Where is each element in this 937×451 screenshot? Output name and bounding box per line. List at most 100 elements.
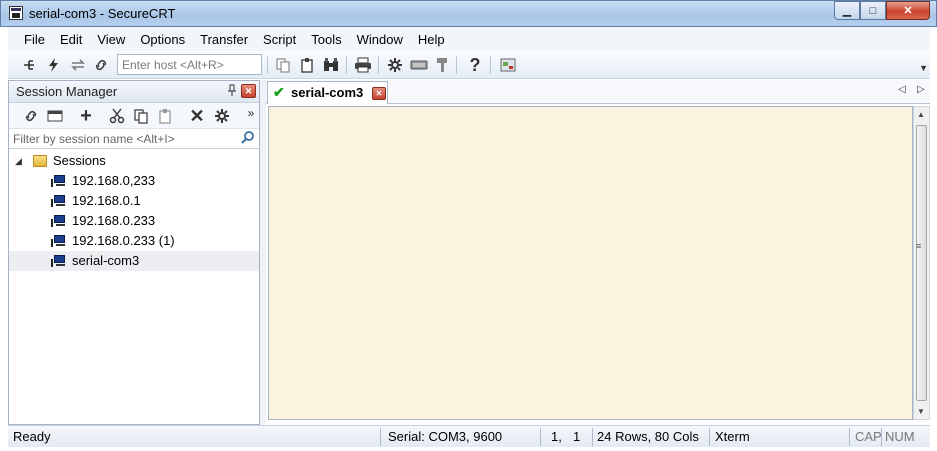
tab-scroll-left-icon[interactable]: ◁	[898, 84, 906, 95]
tree-root-label: Sessions	[53, 153, 106, 168]
toolbar-separator	[267, 56, 268, 74]
tab-scroll-right-icon[interactable]: ▷	[917, 84, 925, 95]
scroll-down-icon[interactable]: ▼	[917, 407, 925, 416]
scrollbar-thumb[interactable]	[916, 125, 927, 401]
session-icon	[51, 175, 66, 187]
status-cursor-col: 1	[573, 429, 581, 444]
session-properties-icon[interactable]	[212, 106, 232, 126]
status-num-lock: NUM	[885, 429, 915, 444]
toolbar-separator	[456, 56, 457, 74]
terminal-vertical-scrollbar[interactable]: ▲ ≡ ▼	[913, 106, 930, 420]
status-cursor-row: 1,	[551, 429, 562, 444]
expand-collapse-icon[interactable]: ◢	[15, 151, 22, 171]
key-icon[interactable]	[432, 55, 452, 75]
menu-options[interactable]: Options	[140, 32, 185, 47]
cut-icon[interactable]	[107, 106, 127, 126]
status-separator	[540, 428, 541, 446]
session-tree: ◢ Sessions 192.168.0,233 192.168.0.1 192…	[9, 149, 259, 271]
tab-close-button[interactable]: ✕	[372, 87, 386, 100]
status-separator	[849, 428, 850, 446]
new-session-icon[interactable]: +	[76, 105, 96, 127]
menu-view[interactable]: View	[97, 32, 125, 47]
window-title: serial-com3 - SecureCRT	[29, 6, 176, 21]
tab-serial-com3[interactable]: ✔ serial-com3 ✕	[267, 81, 388, 104]
status-caps-lock: CAP	[855, 429, 882, 444]
menu-file[interactable]: File	[24, 32, 45, 47]
connect-session-icon[interactable]	[21, 106, 41, 126]
session-icon	[51, 255, 66, 267]
status-separator	[881, 428, 882, 446]
delete-session-icon[interactable]: ✕	[187, 106, 207, 126]
toolbar-separator	[346, 56, 347, 74]
menu-window[interactable]: Window	[357, 32, 403, 47]
session-item[interactable]: 192.168.0,233	[9, 171, 259, 191]
securecrt-app-icon[interactable]	[9, 6, 23, 20]
quick-connect-icon[interactable]	[44, 55, 64, 75]
status-emulation: Xterm	[715, 429, 750, 444]
title-bar: serial-com3 - SecureCRT ▁ □ ✕	[0, 0, 937, 27]
status-terminal-size: 24 Rows, 80 Cols	[597, 429, 699, 444]
find-icon[interactable]	[321, 55, 341, 75]
status-separator	[380, 428, 381, 446]
maximize-button[interactable]: □	[860, 1, 886, 20]
minimize-button[interactable]: ▁	[834, 1, 860, 20]
toolbar-overflow-button[interactable]: ▼	[919, 63, 928, 73]
status-bar: Ready Serial: COM3, 9600 1, 1 24 Rows, 8…	[8, 425, 930, 447]
help-icon[interactable]: ?	[465, 55, 485, 75]
session-item[interactable]: 192.168.0.1	[9, 191, 259, 211]
paste-icon[interactable]	[297, 55, 317, 75]
session-filter-input[interactable]	[9, 129, 235, 148]
main-toolbar: ? ▼	[8, 51, 930, 79]
copy-session-icon[interactable]	[131, 106, 151, 126]
keymap-icon[interactable]	[409, 55, 429, 75]
close-window-button[interactable]: ✕	[886, 1, 930, 20]
panel-splitter[interactable]	[260, 80, 266, 425]
session-item[interactable]: 192.168.0.233 (1)	[9, 231, 259, 251]
session-item[interactable]: 192.168.0.233	[9, 211, 259, 231]
status-ready: Ready	[13, 429, 51, 444]
session-toolbar-overflow-button[interactable]: »	[241, 103, 261, 123]
window-controls: ▁ □ ✕	[834, 1, 930, 20]
session-icon	[51, 195, 66, 207]
session-item-selected[interactable]: serial-com3	[9, 251, 259, 271]
session-tab-strip: ✔ serial-com3 ✕ ◁ ▷	[266, 80, 930, 104]
menu-edit[interactable]: Edit	[60, 32, 82, 47]
menu-bar: File Edit View Options Transfer Script T…	[8, 27, 930, 51]
session-manager-close-button[interactable]: ✕	[241, 84, 256, 98]
session-label: 192.168.0.233 (1)	[72, 233, 175, 248]
session-manager-toolbar: + ✕ »	[9, 103, 259, 129]
menu-tools[interactable]: Tools	[311, 32, 341, 47]
session-icon	[51, 235, 66, 247]
tab-label: serial-com3	[291, 85, 364, 100]
session-filter	[9, 129, 259, 149]
terminal-area[interactable]	[268, 106, 913, 420]
disconnect-icon[interactable]	[91, 55, 111, 75]
quick-connect-host-input[interactable]	[117, 54, 262, 75]
session-options-icon[interactable]	[385, 55, 405, 75]
menu-script[interactable]: Script	[263, 32, 296, 47]
folder-icon	[33, 155, 47, 167]
print-icon[interactable]	[353, 55, 373, 75]
scroll-up-icon[interactable]: ▲	[917, 110, 925, 119]
paste-session-icon[interactable]	[155, 106, 175, 126]
status-separator	[709, 428, 710, 446]
pin-icon[interactable]	[227, 84, 237, 99]
session-manager-panel: Session Manager ✕ + ✕ » Filter by sessio…	[8, 80, 260, 425]
session-label: serial-com3	[72, 253, 140, 268]
tree-root-sessions[interactable]: ◢ Sessions	[9, 151, 259, 171]
session-label: 192.168.0,233	[72, 173, 156, 188]
reconnect-icon[interactable]	[68, 55, 88, 75]
menu-help[interactable]: Help	[418, 32, 445, 47]
status-connection: Serial: COM3, 9600	[388, 429, 503, 444]
session-icon	[51, 215, 66, 227]
search-icon[interactable]	[241, 130, 255, 147]
menu-transfer[interactable]: Transfer	[200, 32, 248, 47]
connected-check-icon: ✔	[273, 84, 285, 100]
copy-icon[interactable]	[273, 55, 293, 75]
session-label: 192.168.0.1	[72, 193, 141, 208]
connect-icon[interactable]	[20, 55, 40, 75]
connect-in-tab-icon[interactable]	[45, 106, 65, 126]
session-manager-header: Session Manager ✕	[9, 81, 259, 103]
toolbar-separator	[378, 56, 379, 74]
screen-icon[interactable]	[498, 55, 518, 75]
